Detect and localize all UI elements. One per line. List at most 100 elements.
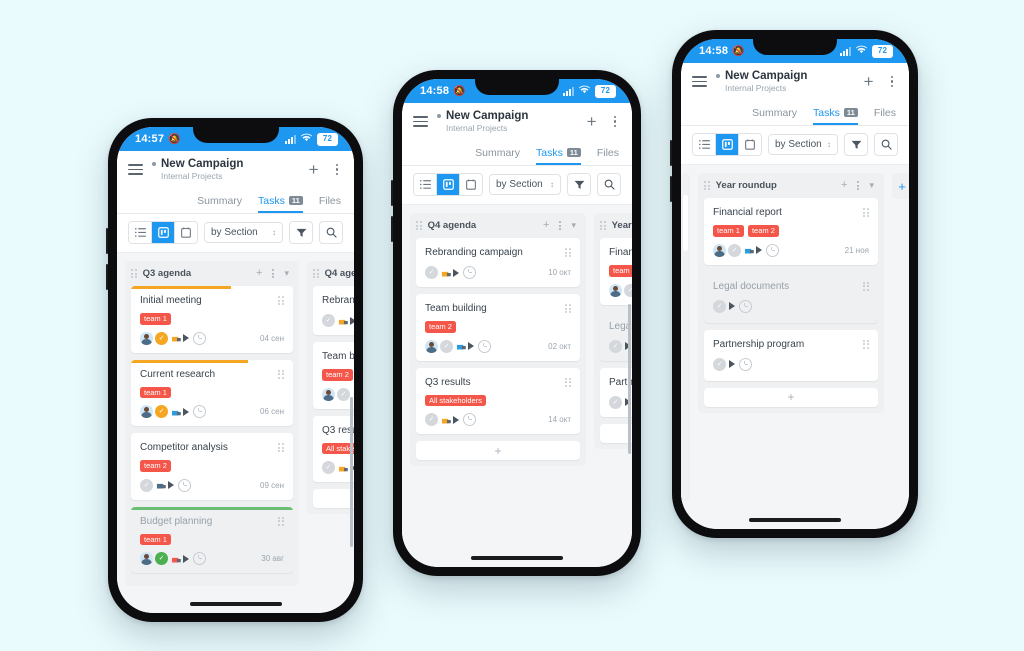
more-options-icon[interactable] — [332, 163, 342, 176]
task-card[interactable]: Team building team 2 ✓ 02 окт — [313, 342, 354, 409]
search-button[interactable] — [319, 221, 343, 244]
check-icon[interactable]: ✓ — [713, 299, 726, 313]
kanban-board[interactable]: Q4 agenda + ▾ Rebranding campaign ✓ 10 о… — [402, 205, 632, 567]
task-card[interactable]: Team building team 2 ✓ 02 окт — [416, 294, 580, 361]
check-icon[interactable]: ✓ — [155, 331, 168, 345]
tab-tasks[interactable]: Tasks 11 — [258, 188, 303, 213]
check-icon[interactable]: ✓ — [728, 243, 741, 257]
filter-button[interactable] — [844, 133, 868, 156]
task-card[interactable]: Initial meeting team 1 ✓ 04 сен — [131, 286, 293, 353]
check-icon[interactable]: ✓ — [624, 283, 632, 297]
menu-icon[interactable] — [692, 76, 707, 87]
drag-handle-icon[interactable] — [416, 220, 422, 231]
list-view-icon[interactable] — [693, 134, 716, 155]
group-by-select[interactable]: by Section ↕ — [204, 222, 283, 243]
list-view-icon[interactable] — [414, 174, 437, 195]
column-more-icon[interactable] — [557, 220, 563, 231]
check-icon[interactable]: ✓ — [609, 395, 622, 409]
card-drag-handle-icon[interactable] — [278, 516, 284, 526]
add-card-button[interactable]: + — [416, 441, 580, 460]
task-card[interactable]: Rebranding campaign ✓ 10 окт — [313, 286, 354, 335]
column-collapse-icon[interactable]: ▾ — [867, 181, 876, 190]
column-collapse-icon[interactable]: ▾ — [569, 221, 578, 230]
add-task-button[interactable]: + — [860, 73, 878, 90]
check-icon[interactable]: ✓ — [337, 387, 350, 401]
tab-files[interactable]: Files — [597, 140, 619, 165]
play-icon[interactable] — [468, 342, 474, 350]
kanban-board[interactable]: Q3 agenda + ▾ Initial meeting team 1 ✓ 0… — [117, 253, 354, 613]
check-icon[interactable]: ✓ — [713, 357, 726, 371]
search-button[interactable] — [874, 133, 898, 156]
task-card[interactable]: Partnership program ✓ — [704, 329, 878, 381]
tab-files[interactable]: Files — [319, 188, 341, 213]
drag-handle-icon[interactable] — [600, 220, 606, 231]
drag-handle-icon[interactable] — [131, 268, 137, 279]
calendar-view-icon[interactable] — [175, 222, 197, 243]
play-icon[interactable] — [183, 407, 189, 416]
group-by-select[interactable]: by Section ↕ — [768, 134, 838, 155]
card-drag-handle-icon[interactable] — [565, 377, 571, 387]
add-card-button[interactable]: + — [313, 489, 354, 508]
card-drag-handle-icon[interactable] — [863, 339, 869, 349]
card-drag-handle-icon[interactable] — [863, 281, 869, 291]
column-collapse-icon[interactable]: ▾ — [282, 269, 291, 278]
group-by-select[interactable]: by Section ↕ — [489, 174, 561, 195]
search-button[interactable] — [597, 173, 621, 196]
card-drag-handle-icon[interactable] — [565, 304, 571, 314]
task-card[interactable]: Q3 results All stakeholders ✓ 14 окт — [313, 415, 354, 482]
card-drag-handle-icon[interactable] — [278, 443, 284, 453]
card-drag-handle-icon[interactable] — [278, 296, 284, 306]
play-icon[interactable] — [756, 246, 762, 254]
card-drag-handle-icon[interactable] — [278, 369, 284, 379]
play-icon[interactable] — [350, 316, 354, 325]
tab-summary[interactable]: Summary — [197, 188, 242, 213]
tab-files[interactable]: Files — [874, 100, 896, 125]
filter-button[interactable] — [289, 221, 313, 244]
check-icon[interactable]: ✓ — [155, 405, 168, 418]
check-icon[interactable]: ✓ — [440, 339, 453, 353]
column-more-icon[interactable] — [855, 180, 861, 191]
more-options-icon[interactable] — [610, 115, 620, 128]
calendar-view-icon[interactable] — [460, 174, 482, 195]
check-icon[interactable]: ✓ — [425, 266, 438, 279]
task-card[interactable]: Competitor analysis team 2 ✓ 09 сен — [131, 433, 293, 500]
task-card[interactable]: Current research team 1 ✓ 06 сен — [131, 359, 293, 426]
check-icon[interactable]: ✓ — [322, 314, 335, 327]
add-column-button[interactable]: + — [892, 173, 909, 199]
add-task-button[interactable]: + — [305, 161, 323, 178]
play-icon[interactable] — [183, 554, 189, 563]
check-icon[interactable]: ✓ — [322, 461, 335, 474]
board-view-icon[interactable] — [437, 174, 460, 195]
task-card[interactable]: Budget planning team 1 ✓ 30 авг — [131, 506, 293, 573]
tab-summary[interactable]: Summary — [752, 100, 797, 125]
tab-tasks[interactable]: Tasks 11 — [536, 140, 581, 165]
menu-icon[interactable] — [413, 116, 428, 127]
check-icon[interactable]: ✓ — [155, 552, 168, 565]
card-drag-handle-icon[interactable] — [863, 208, 869, 218]
check-icon[interactable]: ✓ — [609, 339, 622, 353]
play-icon[interactable] — [453, 268, 459, 277]
more-options-icon[interactable] — [887, 75, 897, 88]
column-add-icon[interactable]: + — [541, 220, 551, 231]
task-card[interactable]: Legal documents ✓ — [704, 271, 878, 323]
calendar-view-icon[interactable] — [739, 134, 761, 155]
check-icon[interactable]: ✓ — [140, 478, 153, 492]
add-card-button[interactable]: + — [704, 387, 878, 407]
play-icon[interactable] — [729, 302, 735, 310]
list-view-icon[interactable] — [129, 222, 152, 243]
tab-tasks[interactable]: Tasks 11 — [813, 100, 858, 125]
play-icon[interactable] — [729, 360, 735, 368]
play-icon[interactable] — [453, 415, 459, 424]
board-view-icon[interactable] — [152, 222, 175, 243]
kanban-board[interactable]: Year roundup + ▾ Financial report team 1… — [681, 165, 909, 529]
drag-handle-icon[interactable] — [313, 268, 319, 279]
column-more-icon[interactable] — [270, 268, 276, 279]
task-card[interactable]: Rebranding campaign ✓ 10 окт — [416, 238, 580, 287]
tab-summary[interactable]: Summary — [475, 140, 520, 165]
add-task-button[interactable]: + — [583, 113, 601, 130]
play-icon[interactable] — [168, 481, 174, 489]
drag-handle-icon[interactable] — [704, 180, 710, 191]
board-scrollbar[interactable] — [628, 304, 631, 454]
column-add-icon[interactable]: + — [839, 180, 849, 191]
task-card[interactable]: Financial report team 1 team 2 ✓ 21 ноя — [704, 198, 878, 265]
